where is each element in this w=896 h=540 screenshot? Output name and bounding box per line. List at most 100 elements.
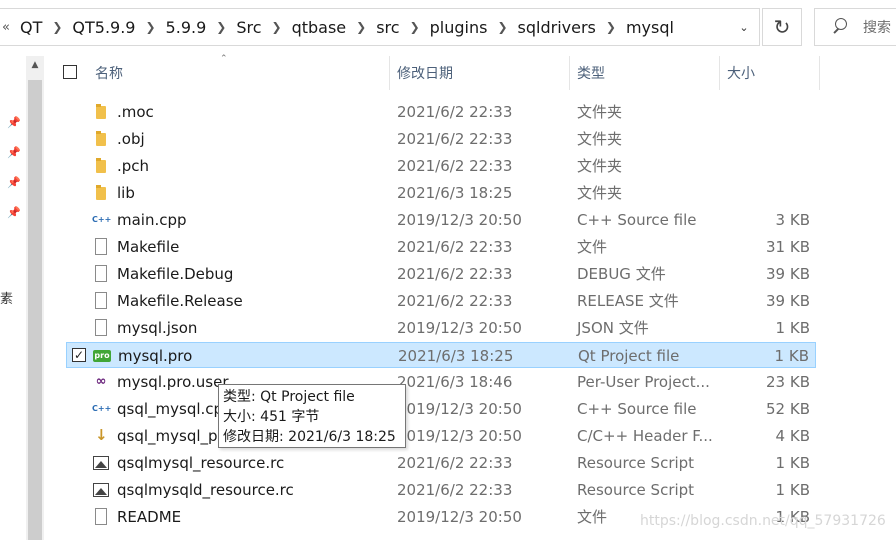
breadcrumb-item[interactable]: plugins: [424, 18, 494, 37]
file-row[interactable]: ↓ qsql_mysql_p. 2019/12/3 20:50 C/C++ Heade…: [66, 423, 816, 449]
file-name: main.cpp: [117, 211, 187, 229]
file-row[interactable]: .obj 2021/6/2 22:33 文件夹: [66, 126, 816, 152]
overflow-chevron-icon[interactable]: «: [0, 20, 14, 35]
breadcrumb-separator-icon[interactable]: ❯: [48, 20, 66, 34]
breadcrumb-separator-icon[interactable]: ❯: [268, 20, 286, 34]
cpp-file-icon: C++: [92, 404, 112, 413]
breadcrumb-item[interactable]: QT5.9.9: [66, 18, 141, 37]
breadcrumb-item[interactable]: 5.9.9: [160, 18, 213, 37]
breadcrumb-item[interactable]: Src: [230, 18, 267, 37]
file-size: 1 KB: [775, 454, 810, 472]
file-modified-date: 2019/12/3 20:50: [397, 508, 522, 526]
pin-icon[interactable]: 📌: [7, 146, 21, 160]
file-size: 1 KB: [774, 347, 809, 365]
breadcrumb: « QT ❯ QT5.9.9 ❯ 5.9.9 ❯ Src ❯ qtbase ❯ src ❯ plugin…: [0, 9, 680, 45]
search-icon: [831, 17, 851, 37]
file-size: 1 KB: [775, 319, 810, 337]
address-bar[interactable]: « QT ❯ QT5.9.9 ❯ 5.9.9 ❯ Src ❯ qtbase ❯ src ❯ plugin…: [0, 8, 760, 46]
folder-icon: [92, 184, 110, 202]
file-size: 1 KB: [775, 481, 810, 499]
file-name: .pch: [117, 157, 150, 175]
tooltip-size: 大小: 451 字节: [223, 409, 320, 425]
file-type: C++ Source file: [577, 211, 697, 229]
file-row[interactable]: ✓ pro mysql.pro 2021/6/3 18:25 Qt Project fi…: [66, 342, 816, 368]
column-divider[interactable]: [819, 56, 820, 90]
file-name: Makefile.Debug: [117, 265, 234, 283]
file-type: JSON 文件: [577, 319, 649, 337]
scroll-thumb[interactable]: [28, 80, 42, 540]
image-file-icon: [92, 454, 110, 472]
file-row[interactable]: lib 2021/6/3 18:25 文件夹: [66, 180, 816, 206]
file-type: 文件夹: [577, 184, 623, 202]
search-input[interactable]: 搜索: [814, 8, 896, 46]
refresh-icon[interactable]: ↻: [762, 8, 802, 46]
column-header-name[interactable]: 名称: [95, 56, 123, 90]
pin-icon[interactable]: 📌: [7, 206, 21, 220]
file-size: 31 KB: [766, 238, 810, 256]
file-modified-date: 2021/6/2 22:33: [397, 157, 513, 175]
chevron-down-icon[interactable]: ⌄: [731, 8, 757, 46]
file-row[interactable]: qsqlmysqld_resource.rc 2021/6/2 22:33 Reso…: [66, 477, 816, 503]
file-row[interactable]: C++ main.cpp 2019/12/3 20:50 C++ Source fil…: [66, 207, 816, 233]
image-file-icon: [92, 481, 110, 499]
scroll-up-arrow-icon[interactable]: ▲: [26, 60, 44, 74]
file-row[interactable]: .pch 2021/6/2 22:33 文件夹: [66, 153, 816, 179]
file-modified-date: 2021/6/2 22:33: [397, 265, 513, 283]
file-name: .moc: [117, 103, 154, 121]
file-row[interactable]: C++ qsql_mysql.cp 2019/12/3 20:50 C++ Sourc…: [66, 396, 816, 422]
breadcrumb-separator-icon[interactable]: ❯: [602, 20, 620, 34]
file-name: Makefile.Release: [117, 292, 243, 310]
file-type: C/C++ Header F...: [577, 427, 713, 445]
breadcrumb-separator-icon[interactable]: ❯: [406, 20, 424, 34]
file-type: 文件夹: [577, 130, 623, 148]
breadcrumb-item[interactable]: sqldrivers: [512, 18, 602, 37]
breadcrumb-item[interactable]: QT: [14, 18, 48, 37]
pin-icon[interactable]: 📌: [7, 116, 21, 130]
breadcrumb-separator-icon[interactable]: ❯: [352, 20, 370, 34]
file-type: Per-User Project...: [577, 373, 710, 391]
tooltip-type: 类型: Qt Project file: [223, 389, 355, 405]
file-size: 4 KB: [775, 427, 810, 445]
column-divider[interactable]: [569, 56, 570, 90]
document-icon: [92, 265, 110, 283]
file-modified-date: 2019/12/3 20:50: [397, 400, 522, 418]
column-header-date[interactable]: 修改日期: [397, 56, 453, 90]
select-all-checkbox[interactable]: [63, 65, 77, 79]
column-header-size[interactable]: 大小: [727, 56, 755, 90]
file-size: 23 KB: [766, 373, 810, 391]
file-row[interactable]: Makefile 2021/6/2 22:33 文件 31 KB: [66, 234, 816, 260]
file-row[interactable]: Makefile.Release 2021/6/2 22:33 RELEASE 文件…: [66, 288, 816, 314]
breadcrumb-item[interactable]: qtbase: [286, 18, 353, 37]
row-checkbox[interactable]: ✓: [72, 348, 86, 362]
file-name: README: [117, 508, 182, 526]
file-row[interactable]: Makefile.Debug 2021/6/2 22:33 DEBUG 文件 39 K…: [66, 261, 816, 287]
breadcrumb-separator-icon[interactable]: ❯: [493, 20, 511, 34]
breadcrumb-separator-icon[interactable]: ❯: [141, 20, 159, 34]
file-name: qsqlmysql_resource.rc: [117, 454, 285, 472]
nav-scrollbar[interactable]: ▲: [26, 56, 44, 540]
breadcrumb-item[interactable]: src: [370, 18, 405, 37]
column-header-type[interactable]: 类型: [577, 56, 605, 90]
breadcrumb-separator-icon[interactable]: ❯: [212, 20, 230, 34]
header-file-icon: ↓: [95, 426, 108, 444]
file-modified-date: 2021/6/2 22:33: [397, 292, 513, 310]
folder-icon: [92, 103, 110, 121]
breadcrumb-item[interactable]: mysql: [620, 18, 680, 37]
file-row[interactable]: mysql.json 2019/12/3 20:50 JSON 文件 1 KB: [66, 315, 816, 341]
file-size: 39 KB: [766, 292, 810, 310]
file-modified-date: 2021/6/2 22:33: [397, 481, 513, 499]
cpp-file-icon: C++: [92, 215, 112, 224]
file-type: C++ Source file: [577, 400, 697, 418]
file-row[interactable]: .moc 2021/6/2 22:33 文件夹: [66, 99, 816, 125]
nav-item-partial[interactable]: 素: [0, 288, 13, 307]
folder-icon: [92, 157, 110, 175]
file-name: mysql.pro: [118, 347, 193, 365]
column-divider[interactable]: [389, 56, 390, 90]
column-divider[interactable]: [719, 56, 720, 90]
file-row[interactable]: ∞ mysql.pro.user 2021/6/3 18:46 Per-User Pr…: [66, 369, 816, 395]
folder-icon: [92, 130, 110, 148]
pin-icon[interactable]: 📌: [7, 176, 21, 190]
file-row[interactable]: qsqlmysql_resource.rc 2021/6/2 22:33 Resou…: [66, 450, 816, 476]
file-type: RELEASE 文件: [577, 292, 679, 310]
file-info-tooltip: 类型: Qt Project file 大小: 451 字节 修改日期: 202…: [218, 384, 406, 448]
